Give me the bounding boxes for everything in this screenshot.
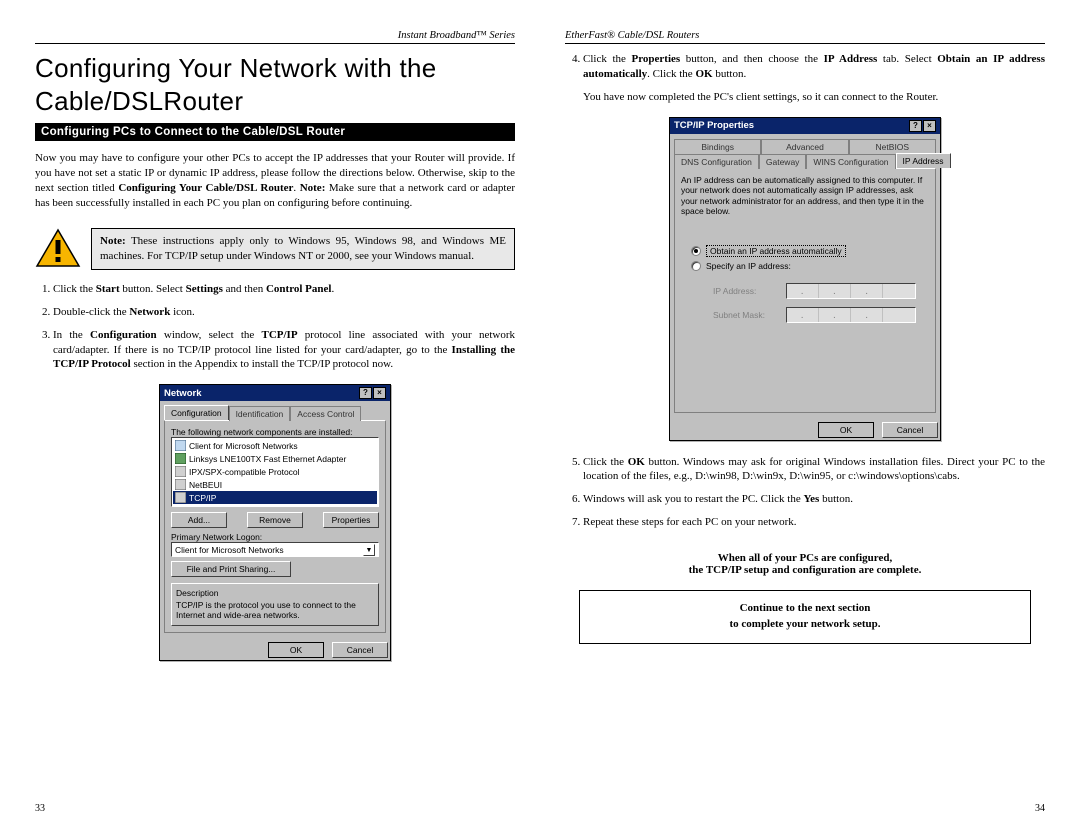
page-number-left: 33 [35, 803, 45, 814]
dialog-title: Network [164, 388, 201, 399]
add-button[interactable]: Add... [171, 512, 227, 528]
ip-address-field: ... [786, 283, 916, 299]
dialog-titlebar: Network ? × [160, 385, 390, 401]
steps-left: Click the Start button. Select Settings … [35, 282, 515, 380]
subnet-mask-label: Subnet Mask: [713, 310, 783, 320]
step-5: Click the OK button. Windows may ask for… [583, 455, 1045, 485]
components-listbox[interactable]: Client for Microsoft Networks Linksys LN… [171, 437, 379, 507]
close-icon[interactable]: × [923, 120, 936, 132]
logon-label: Primary Network Logon: [171, 532, 379, 542]
completion-note: When all of your PCs are configured, the… [565, 552, 1045, 576]
steps-right-a: Click the Properties button, and then ch… [565, 52, 1045, 90]
after-step4: You have now completed the PC's client s… [565, 90, 1045, 105]
tab-wins-config[interactable]: WINS Configuration [806, 154, 895, 169]
page-title: Configuring Your Network with the Cable/… [35, 52, 515, 117]
protocol-icon [175, 492, 186, 503]
ok-button[interactable]: OK [818, 422, 874, 438]
tab-ip-address[interactable]: IP Address [896, 153, 951, 168]
step-3: In the Configuration window, select the … [53, 328, 515, 373]
step-2: Double-click the Network icon. [53, 305, 515, 320]
tab-dns-config[interactable]: DNS Configuration [674, 154, 759, 169]
remove-button[interactable]: Remove [247, 512, 303, 528]
step-4: Click the Properties button, and then ch… [583, 52, 1045, 82]
tab-access-control[interactable]: Access Control [290, 406, 361, 421]
radio-obtain-auto[interactable]: Obtain an IP address automatically [691, 245, 919, 257]
steps-right-b: Click the OK button. Windows may ask for… [565, 455, 1045, 538]
dialog-title: TCP/IP Properties [674, 120, 754, 131]
tcpip-dialog: TCP/IP Properties ? × Bindings Advanced … [669, 117, 941, 441]
properties-button[interactable]: Properties [323, 512, 379, 528]
page-number-right: 34 [1035, 803, 1045, 814]
description-label: Description [176, 588, 374, 598]
logon-select[interactable]: Client for Microsoft Networks ▼ [171, 542, 379, 557]
right-header: EtherFast® Cable/DSL Routers [565, 30, 1045, 44]
tab-advanced[interactable]: Advanced [761, 139, 848, 154]
warning-note: Note: These instructions apply only to W… [35, 228, 515, 270]
description-text: TCP/IP is the protocol you use to connec… [176, 600, 374, 620]
subnet-mask-field: ... [786, 307, 916, 323]
network-dialog: Network ? × Configuration Identification… [159, 384, 391, 660]
radio-specify[interactable]: Specify an IP address: [691, 261, 919, 271]
step-7: Repeat these steps for each PC on your n… [583, 515, 1045, 530]
intro-paragraph: Now you may have to configure your other… [35, 151, 515, 210]
radio-dot-icon [691, 261, 701, 271]
tab-netbios[interactable]: NetBIOS [849, 139, 936, 154]
note-box: Note: These instructions apply only to W… [91, 228, 515, 270]
warning-icon [35, 228, 81, 268]
right-page: EtherFast® Cable/DSL Routers Click the P… [540, 30, 1045, 814]
components-label: The following network components are ins… [171, 427, 379, 437]
step-1: Click the Start button. Select Settings … [53, 282, 515, 297]
adapter-icon [175, 453, 186, 464]
tab-configuration[interactable]: Configuration [164, 405, 229, 420]
left-page: Instant Broadband™ Series Configuring Yo… [35, 30, 540, 814]
ip-address-label: IP Address: [713, 286, 783, 296]
tab-bindings[interactable]: Bindings [674, 139, 761, 154]
cancel-button[interactable]: Cancel [332, 642, 388, 658]
protocol-icon [175, 466, 186, 477]
help-icon[interactable]: ? [909, 120, 922, 132]
close-icon[interactable]: × [373, 387, 386, 399]
protocol-icon [175, 479, 186, 490]
left-header: Instant Broadband™ Series [35, 30, 515, 44]
help-icon[interactable]: ? [359, 387, 372, 399]
dialog-titlebar: TCP/IP Properties ? × [670, 118, 940, 134]
radio-dot-icon [691, 246, 701, 256]
tab-gateway[interactable]: Gateway [759, 154, 807, 169]
file-print-sharing-button[interactable]: File and Print Sharing... [171, 561, 291, 577]
client-icon [175, 440, 186, 451]
section-bar: Configuring PCs to Connect to the Cable/… [35, 123, 515, 141]
continue-box: Continue to the next section to complete… [579, 590, 1031, 644]
tab-identification[interactable]: Identification [229, 406, 291, 421]
cancel-button[interactable]: Cancel [882, 422, 938, 438]
step-6: Windows will ask you to restart the PC. … [583, 492, 1045, 507]
ok-button[interactable]: OK [268, 642, 324, 658]
ip-blurb: An IP address can be automatically assig… [681, 175, 929, 218]
chevron-down-icon[interactable]: ▼ [363, 544, 375, 556]
